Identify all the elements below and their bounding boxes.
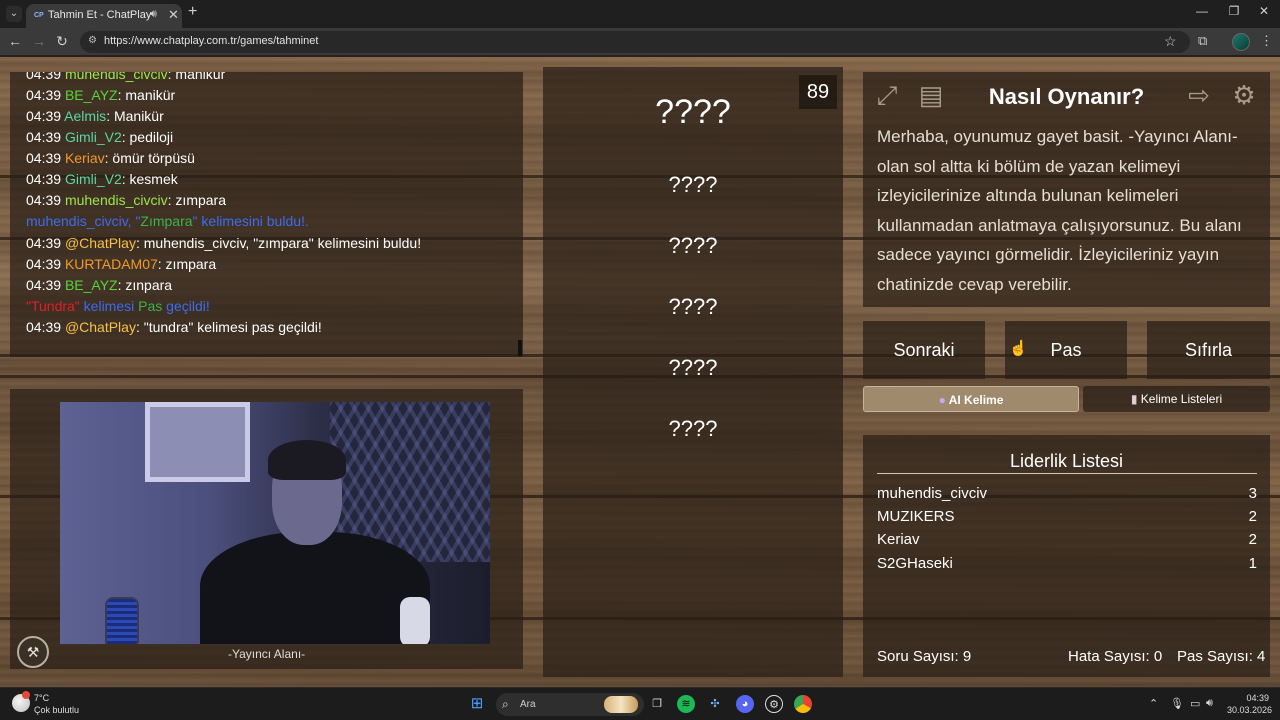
chat-message: 04:39 Aelmis: Manikür — [26, 108, 164, 124]
chat-message: 04:39 @ChatPlay: "tundra" kelimesi pas g… — [26, 319, 322, 335]
pass-count: Pas Sayısı: 4 — [1177, 648, 1266, 665]
ai-robot-icon: ● — [938, 393, 946, 407]
word-column: 89 ???? ???? ???? ???? ???? ???? — [543, 67, 843, 677]
microphone-icon[interactable]: 🎙︎ — [1170, 697, 1184, 710]
leaderboard-divider — [877, 473, 1257, 474]
volume-icon[interactable]: 🔊︎ — [1206, 697, 1213, 710]
chat-message: 04:39 muhendis_civciv: manikür — [26, 72, 226, 82]
ai-word-button[interactable]: ● AI Kelime — [863, 386, 1079, 412]
weather-description: Çok bulutlu — [34, 705, 80, 715]
chrome-icon[interactable] — [794, 695, 812, 713]
leaderboard-title: Liderlik Listesi — [1009, 451, 1124, 471]
spotify-icon[interactable]: ≋ — [677, 695, 695, 713]
reset-button[interactable]: Sıfırla — [1147, 321, 1270, 379]
webcam-feed — [60, 402, 490, 644]
chat-panel: 04:39 muhendis_civciv: manikür 04:39 BE_… — [10, 72, 523, 357]
new-tab-icon[interactable]: + — [188, 3, 197, 21]
clock-time[interactable]: 04:39 — [1243, 693, 1269, 703]
hidden-word: ???? — [668, 294, 718, 319]
minimize-icon[interactable]: — — [1186, 4, 1218, 18]
error-count: Hata Sayısı: 0 — [1068, 648, 1163, 665]
hidden-word: ???? — [668, 172, 718, 197]
windows-start-icon[interactable]: ⊞ — [468, 695, 486, 713]
current-word: ???? — [655, 93, 731, 131]
tab-search-icon[interactable]: ⌄ — [6, 6, 22, 22]
taskbar-search[interactable]: ⌕ Ara — [496, 693, 644, 716]
search-icon: ⌕ — [502, 697, 509, 711]
search-highlight-image — [604, 696, 638, 713]
taskbar-search-placeholder: Ara — [520, 699, 536, 710]
browser-tab[interactable]: CP Tahmin Et - ChatPlay 🔊︎ ✕ — [26, 4, 182, 28]
network-app-icon[interactable]: ✣ — [706, 695, 724, 713]
word-lists-button[interactable]: ▮ Kelime Listeleri — [1083, 386, 1270, 412]
hammer-icon[interactable]: ⚒ — [17, 636, 49, 668]
hidden-word: ???? — [668, 355, 718, 380]
tab-close-icon[interactable]: ✕ — [168, 7, 179, 23]
profile-avatar-icon[interactable] — [1232, 33, 1250, 51]
tab-title: Tahmin Et - ChatPlay — [48, 9, 152, 21]
game-page: 04:39 muhendis_civciv: manikür 04:39 BE_… — [0, 57, 1280, 687]
bookmark-star-icon[interactable]: ☆ — [1164, 33, 1177, 50]
streamer-area-label: -Yayıncı Alanı- — [228, 647, 306, 661]
clock-date[interactable]: 30.03.2026 — [1227, 705, 1272, 715]
settings-gear-icon[interactable]: ⚙ — [1227, 78, 1261, 112]
speaker-icon[interactable]: 🔊︎ — [150, 8, 157, 21]
forward-icon[interactable]: → — [30, 33, 48, 49]
display-icon[interactable]: ▭ — [1190, 697, 1200, 710]
browser-menu-icon[interactable]: ⋮ — [1260, 33, 1273, 49]
how-to-play-panel: ⤢ ▤ Nasıl Oynanır? ⇨ ⚙ Merhaba, oyunumuz… — [863, 72, 1270, 307]
address-bar: ← → ↻ ⚙ https://www.chatplay.com.tr/game… — [0, 28, 1280, 56]
chat-message: 04:39 Gimli_V2: kesmek — [26, 171, 178, 187]
logout-icon[interactable]: ⇨ — [1182, 78, 1216, 112]
chat-system-message: "Tundra" kelimesi Pas geçildi! — [26, 298, 210, 314]
reload-icon[interactable]: ↻ — [53, 33, 71, 50]
chat-message: 04:39 Keriav: ömür törpüsü — [26, 150, 195, 166]
next-button[interactable]: Sonraki — [863, 321, 985, 379]
hidden-word: ???? — [668, 416, 718, 441]
chatplay-favicon-icon: CP — [34, 12, 44, 19]
extensions-icon[interactable]: ⧉ — [1198, 33, 1207, 49]
weather-temperature: 7°C — [34, 693, 50, 703]
chat-message: 04:39 @ChatPlay: muhendis_civciv, "zımpa… — [26, 235, 422, 251]
chat-message: 04:39 muhendis_civciv: zımpara — [26, 192, 227, 208]
leaderboard-panel: Liderlik Listesi muhendis_civciv 3 MUZIKE… — [863, 435, 1270, 677]
chat-message: 04:39 KURTADAM07: zımpara — [26, 256, 217, 272]
restore-icon[interactable]: ❐ — [1218, 4, 1250, 18]
tray-expand-icon[interactable]: ⌃ — [1149, 697, 1158, 710]
task-view-icon[interactable]: ❐ — [648, 695, 666, 713]
url-text: https://www.chatplay.com.tr/games/tahmin… — [104, 35, 319, 47]
how-to-play-text: Merhaba, oyunumuz gayet basit. -Yayıncı … — [877, 127, 1242, 294]
speaker-device — [105, 597, 139, 644]
site-info-icon[interactable]: ⚙ — [88, 35, 97, 46]
chat-system-message: muhendis_civciv, "Zımpara" kelimesini bu… — [26, 213, 309, 229]
streamer-area: -Yayıncı Alanı- ⚒ — [10, 389, 523, 669]
taskbar: 7°C Çok bulutlu ⊞ ⌕ Ara ❐ ≋ ✣ ◕ ⚙ ⌃ 🎙︎ ▭… — [0, 687, 1280, 720]
chat-message: 04:39 BE_AYZ: zınpara — [26, 277, 173, 293]
mouse-cursor-icon: ☝ — [1009, 340, 1028, 357]
hidden-word: ???? — [668, 233, 718, 258]
chat-message: 04:39 BE_AYZ: manikür — [26, 87, 176, 103]
tab-strip: ⌄ CP Tahmin Et - ChatPlay 🔊︎ ✕ + — ❐ ✕ — [0, 0, 1280, 28]
url-field[interactable]: ⚙ https://www.chatplay.com.tr/games/tahm… — [80, 31, 1190, 53]
weather-alert-badge — [22, 691, 30, 699]
window-close-icon[interactable]: ✕ — [1248, 4, 1280, 18]
question-count: Soru Sayısı: 9 — [877, 648, 972, 665]
back-icon[interactable]: ← — [6, 33, 24, 49]
discord-icon[interactable]: ◕ — [736, 695, 754, 713]
chat-scrollbar[interactable] — [518, 340, 522, 356]
steam-icon[interactable]: ⚙ — [765, 695, 783, 713]
list-icon: ▮ — [1130, 392, 1138, 406]
chat-message: 04:39 Gimli_V2: pediloji — [26, 129, 174, 145]
